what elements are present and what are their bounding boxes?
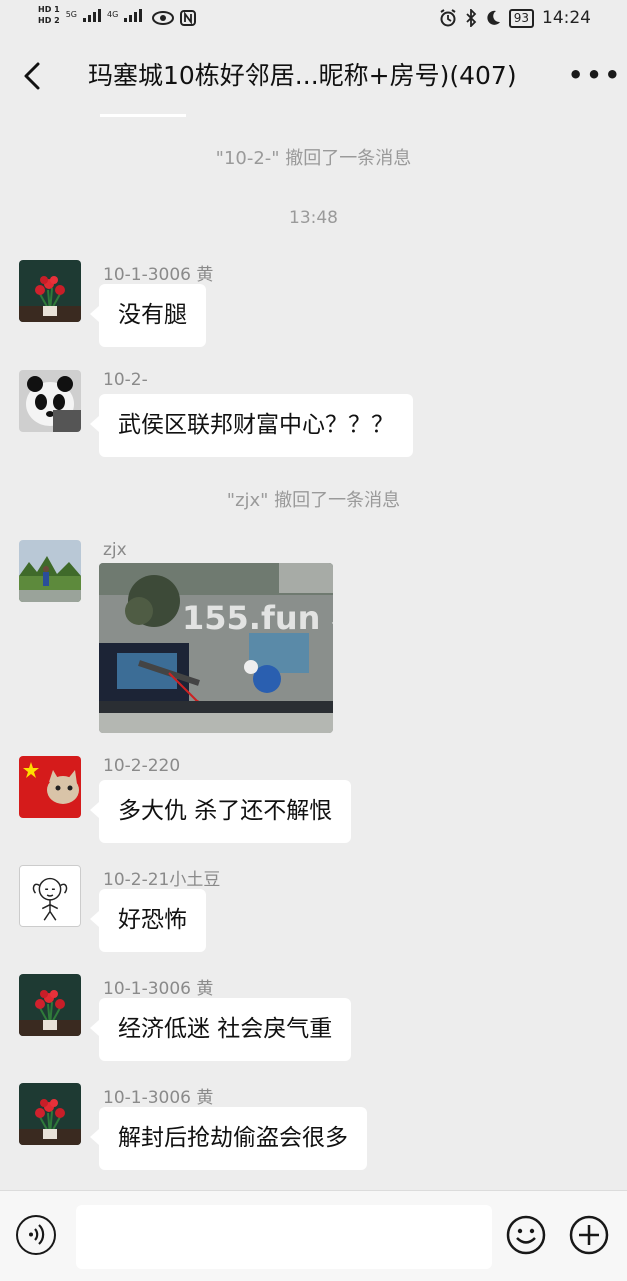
ellipsis-icon[interactable]: ••• [568, 63, 623, 87]
avatar[interactable] [19, 260, 81, 322]
message-bubble[interactable]: 解封后抢劫偷盗会很多 [90, 1107, 367, 1170]
net1-label: 5G [65, 10, 77, 19]
signal-1-icon [82, 8, 101, 22]
status-bar: HD 1 HD 2 5G 4G 93 14:24 [0, 0, 627, 40]
sender-name: 10-1-3006 黄 [103, 1088, 214, 1108]
sender-name: 10-2- [103, 370, 148, 390]
image-message[interactable]: 155.fun 看完整版 [99, 563, 333, 733]
status-right: 93 14:24 [439, 8, 591, 28]
message-bubble[interactable]: 多大仇 杀了还不解恨 [89, 780, 352, 843]
voice-icon[interactable] [16, 1215, 56, 1255]
avatar[interactable] [19, 974, 81, 1036]
input-bar [0, 1190, 627, 1281]
sender-name: 10-1-3006 黄 [103, 979, 214, 999]
hd2-label: HD 2 [38, 16, 60, 25]
message-list[interactable]: "10-2-" 撤回了一条消息 13:48 10-1-3006 黄 没有腿 10… [0, 114, 627, 1190]
avatar[interactable] [19, 1083, 81, 1145]
moon-icon [487, 10, 500, 25]
chat-header: 玛塞城10栋好邻居...昵称+房号)(407) ••• [0, 40, 627, 114]
sender-name: 10-2-220 [103, 756, 181, 776]
recall-notice: "10-2-" 撤回了一条消息 [215, 148, 412, 169]
message-bubble[interactable]: 没有腿 [90, 284, 206, 347]
net2-label: 4G [106, 10, 119, 19]
image-watermark: 155.fun 看完整版 [182, 599, 333, 637]
previous-bubble-edge [100, 114, 186, 117]
avatar[interactable] [19, 540, 81, 602]
timestamp: 13:48 [289, 208, 338, 228]
bluetooth-icon [466, 9, 476, 27]
avatar[interactable] [19, 370, 81, 432]
sender-name: 10-1-3006 黄 [103, 265, 214, 285]
chat-title: 玛塞城10栋好邻居...昵称+房号)(407) [88, 61, 517, 90]
alarm-icon [440, 9, 456, 27]
recall-notice: "zjx" 撤回了一条消息 [226, 490, 401, 511]
sender-name: zjx [103, 540, 127, 560]
signal-2-icon [124, 8, 143, 22]
avatar[interactable] [19, 756, 81, 818]
chevron-left-icon[interactable] [18, 58, 48, 94]
status-left: HD 1 HD 2 5G 4G [38, 4, 197, 26]
message-bubble[interactable]: 武侯区联邦财富中心？？？ [90, 394, 413, 457]
message-bubble[interactable]: 经济低迷 社会戾气重 [89, 998, 352, 1061]
emoji-icon[interactable] [506, 1215, 546, 1255]
plus-icon[interactable] [569, 1215, 609, 1255]
eye-icon [152, 11, 175, 25]
hd-indicator: HD 1 HD 2 [38, 4, 60, 26]
hd1-label: HD 1 [38, 5, 60, 14]
message-bubble[interactable]: 好恐怖 [90, 889, 206, 952]
clock: 14:24 [542, 8, 591, 28]
nfc-icon [180, 10, 197, 26]
avatar[interactable] [19, 865, 81, 927]
message-input[interactable] [76, 1205, 492, 1269]
sender-name: 10-2-21小土豆 [103, 870, 221, 890]
battery-level: 93 [508, 8, 534, 28]
